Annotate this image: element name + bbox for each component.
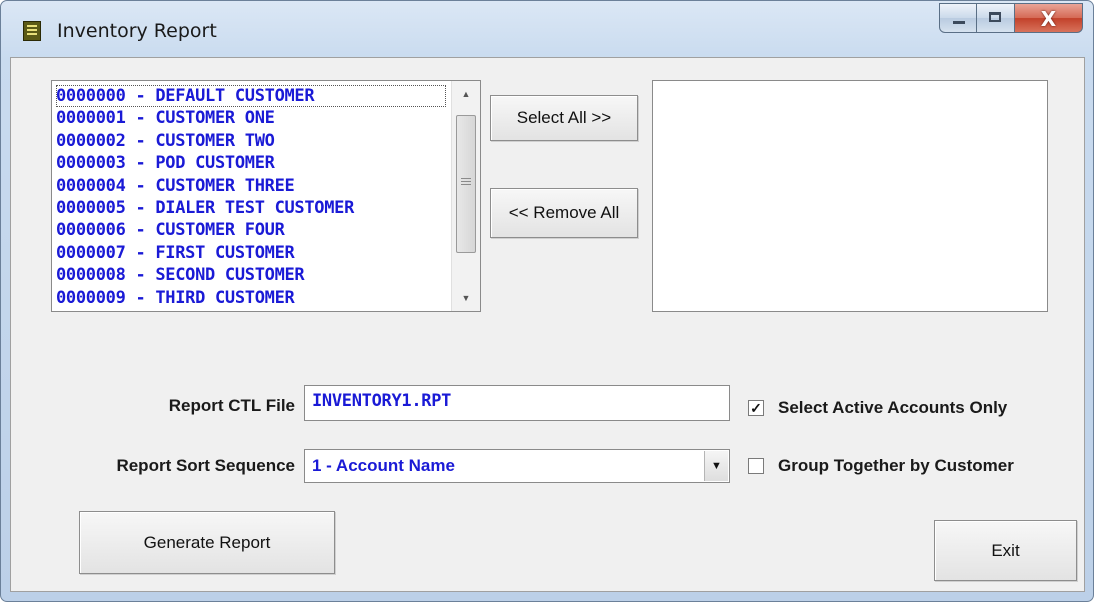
list-item[interactable]: 0000005 - DIALER TEST CUSTOMER	[56, 197, 446, 219]
list-item[interactable]: 0000002 - CUSTOMER TWO	[56, 130, 446, 152]
group-by-customer-checkbox-row[interactable]: Group Together by Customer	[748, 456, 1014, 476]
sort-sequence-label: Report Sort Sequence	[116, 456, 295, 475]
caption-buttons: X	[939, 3, 1083, 35]
list-item[interactable]: 0000004 - CUSTOMER THREE	[56, 175, 446, 197]
window-title: Inventory Report	[57, 20, 217, 42]
sort-sequence-select[interactable]: 1 - Account Name ▼	[304, 449, 730, 483]
maximize-button[interactable]	[977, 3, 1015, 33]
scrollbar-thumb[interactable]	[456, 115, 476, 253]
maximize-icon	[989, 12, 1001, 22]
ctl-file-input[interactable]: INVENTORY1.RPT	[304, 385, 730, 421]
active-accounts-label[interactable]: Select Active Accounts Only	[778, 398, 1007, 418]
active-accounts-checkbox-row[interactable]: ✓ Select Active Accounts Only	[748, 398, 1007, 418]
list-item[interactable]: 0000008 - SECOND CUSTOMER	[56, 264, 446, 286]
selected-customers-listbox[interactable]	[652, 80, 1048, 312]
minimize-button[interactable]	[939, 3, 977, 33]
chevron-down-icon[interactable]: ▼	[704, 451, 728, 481]
scroll-down-icon[interactable]: ▼	[452, 285, 480, 311]
active-accounts-checkbox[interactable]: ✓	[748, 400, 764, 416]
scroll-up-icon[interactable]: ▲	[452, 81, 480, 107]
sort-sequence-value: 1 - Account Name	[312, 456, 455, 475]
generate-report-button[interactable]: Generate Report	[79, 511, 335, 574]
exit-button[interactable]: Exit	[934, 520, 1077, 581]
ctl-file-label: Report CTL File	[168, 396, 295, 415]
minimize-icon	[953, 21, 965, 24]
list-item[interactable]: 0000006 - CUSTOMER FOUR	[56, 219, 446, 241]
title-bar[interactable]: Inventory Report X	[1, 1, 1093, 57]
vertical-scrollbar[interactable]: ▲ ▼	[451, 81, 480, 311]
list-item[interactable]: 0000007 - FIRST CUSTOMER	[56, 242, 446, 264]
group-by-customer-checkbox[interactable]	[748, 458, 764, 474]
group-by-customer-label[interactable]: Group Together by Customer	[778, 456, 1014, 476]
list-item[interactable]: 0000009 - THIRD CUSTOMER	[56, 287, 446, 309]
close-icon: X	[1040, 7, 1057, 31]
customer-list-items: 0000000 - DEFAULT CUSTOMER 0000001 - CUS…	[56, 85, 446, 309]
list-item[interactable]: 0000001 - CUSTOMER ONE	[56, 107, 446, 129]
thumb-grip	[461, 178, 471, 186]
list-item[interactable]: 0000003 - POD CUSTOMER	[56, 152, 446, 174]
select-all-button[interactable]: Select All >>	[490, 95, 638, 141]
available-customers-listbox[interactable]: 0000000 - DEFAULT CUSTOMER 0000001 - CUS…	[51, 80, 481, 312]
report-book-icon	[23, 21, 41, 41]
remove-all-button[interactable]: << Remove All	[490, 188, 638, 238]
inventory-report-window: Inventory Report X 0000000 - DEFAULT CUS…	[0, 0, 1094, 602]
close-button[interactable]: X	[1015, 3, 1083, 33]
list-item[interactable]: 0000000 - DEFAULT CUSTOMER	[56, 85, 446, 108]
dialog-client-area: 0000000 - DEFAULT CUSTOMER 0000001 - CUS…	[10, 57, 1085, 592]
